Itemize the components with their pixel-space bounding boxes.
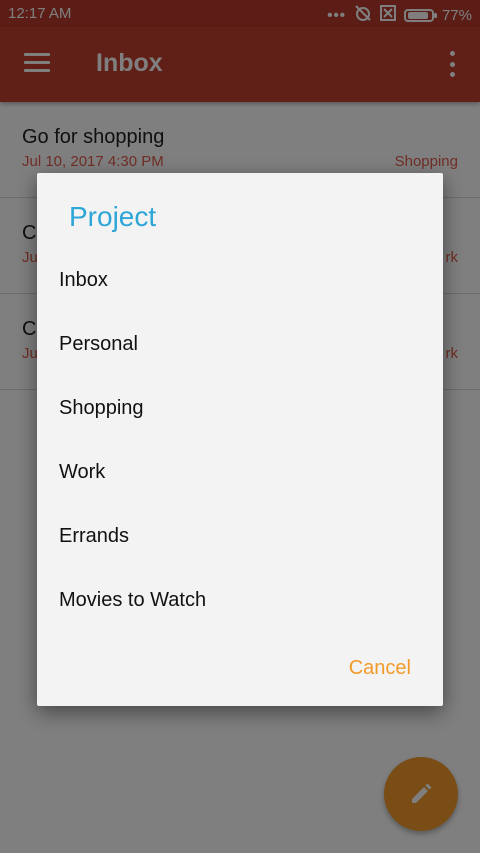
project-option-shopping[interactable]: Shopping [37,376,443,440]
project-option-inbox[interactable]: Inbox [37,248,443,312]
cancel-button[interactable]: Cancel [349,657,411,680]
project-option-errands[interactable]: Errands [37,504,443,568]
dialog-title: Project [69,201,157,232]
project-option-movies-to-watch[interactable]: Movies to Watch [37,568,443,632]
project-option-work[interactable]: Work [37,440,443,504]
project-option-personal[interactable]: Personal [37,312,443,376]
project-picker-dialog: Project Inbox Personal Shopping Work Err… [37,173,443,706]
project-options-list: Inbox Personal Shopping Work Errands Mov… [37,248,443,632]
